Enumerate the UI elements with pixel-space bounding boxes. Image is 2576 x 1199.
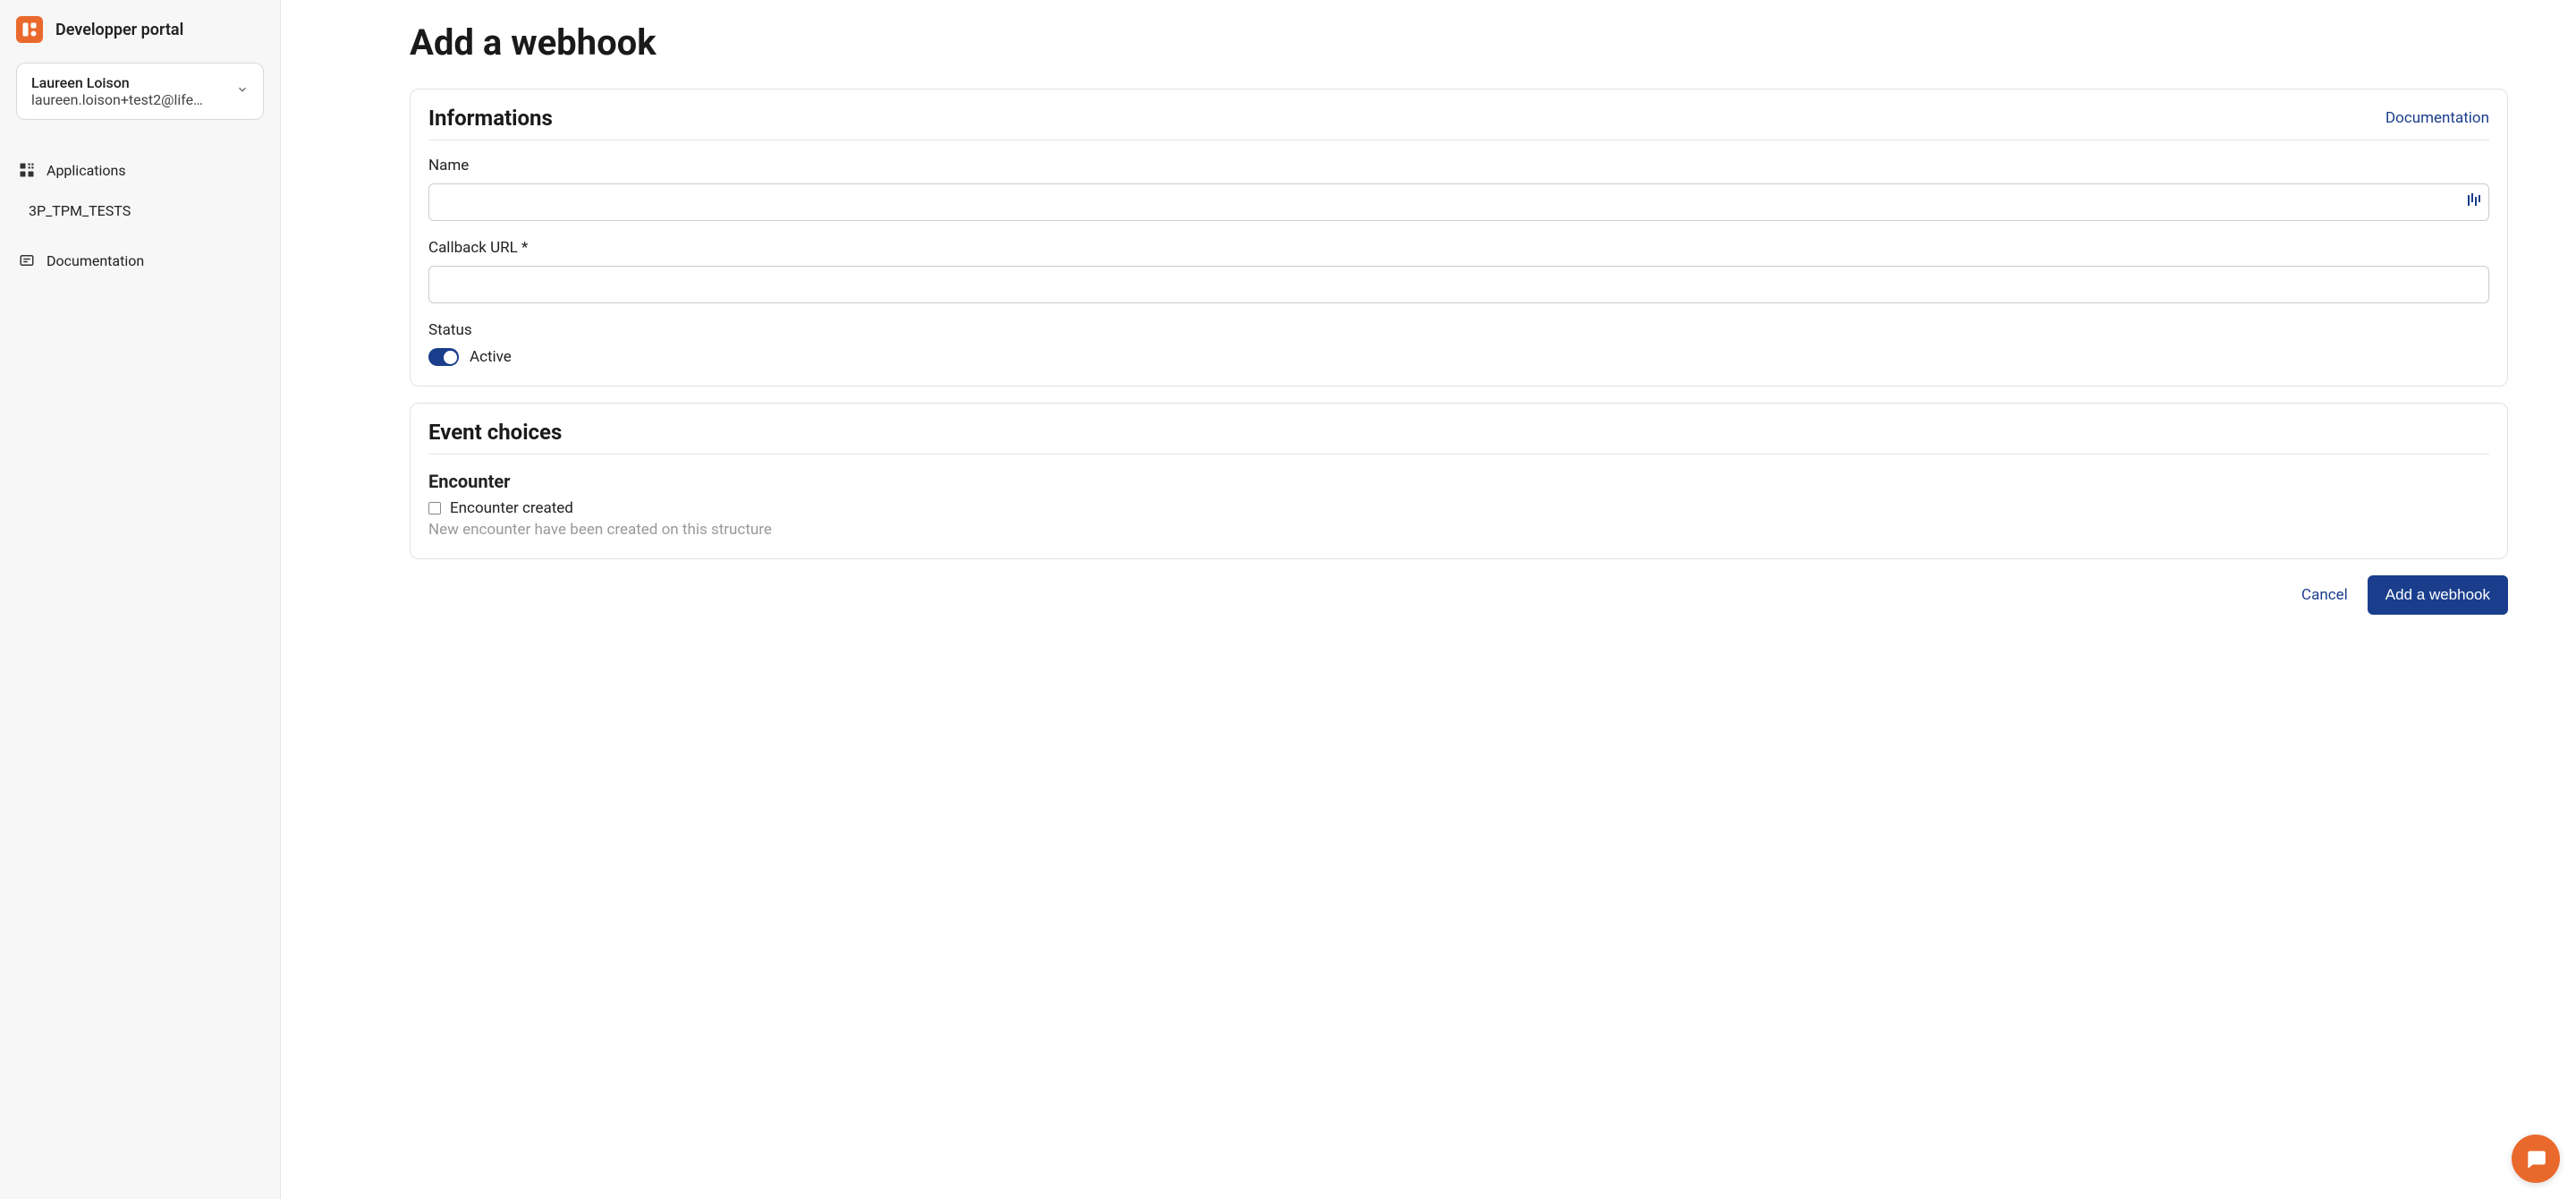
encounter-created-label: Encounter created (450, 499, 573, 517)
event-checkbox-row: Encounter created (428, 499, 2489, 517)
chat-icon (2524, 1147, 2547, 1170)
chevron-down-icon (236, 83, 249, 99)
form-actions: Cancel Add a webhook (410, 575, 2508, 615)
password-manager-icon[interactable] (2468, 193, 2480, 211)
informations-header: Informations Documentation (428, 106, 2489, 140)
portal-title: Developper portal (55, 21, 183, 39)
main-content: Add a webhook Informations Documentation… (281, 0, 2576, 1199)
callback-url-input[interactable] (428, 266, 2489, 303)
status-label: Status (428, 321, 2489, 339)
chat-launcher[interactable] (2512, 1135, 2560, 1183)
nav-documentation[interactable]: Documentation (16, 242, 264, 278)
informations-title: Informations (428, 106, 553, 131)
document-icon (18, 251, 36, 269)
brand-logo (16, 16, 43, 43)
event-choices-title: Event choices (428, 420, 2489, 445)
account-email: laureen.loison+test2@life… (31, 91, 229, 108)
event-choices-card: Event choices Encounter Encounter create… (410, 403, 2508, 559)
page-title: Add a webhook (410, 21, 2508, 64)
account-text: Laureen Loison laureen.loison+test2@life… (31, 74, 229, 108)
encounter-created-description: New encounter have been created on this … (428, 521, 2489, 539)
status-toggle[interactable] (428, 348, 459, 366)
name-label: Name (428, 157, 2489, 174)
add-webhook-button[interactable]: Add a webhook (2368, 575, 2508, 615)
documentation-link[interactable]: Documentation (2385, 109, 2489, 127)
sidebar: Developper portal Laureen Loison laureen… (0, 0, 281, 1199)
grid-icon (18, 161, 36, 179)
name-input[interactable] (428, 183, 2489, 221)
logo-icon (21, 21, 38, 38)
nav-applications[interactable]: Applications (16, 152, 264, 188)
event-group-title: Encounter (428, 471, 2489, 492)
callback-url-label: Callback URL * (428, 239, 2489, 257)
status-toggle-row: Active (428, 348, 2489, 366)
sidebar-header: Developper portal (16, 16, 264, 43)
account-name: Laureen Loison (31, 74, 229, 91)
informations-card: Informations Documentation Name Callback… (410, 89, 2508, 387)
cancel-button[interactable]: Cancel (2301, 586, 2348, 604)
encounter-created-checkbox[interactable] (428, 502, 441, 514)
nav-documentation-label: Documentation (47, 252, 144, 269)
toggle-knob (444, 351, 457, 364)
status-toggle-label: Active (470, 348, 512, 366)
event-choices-header: Event choices (428, 420, 2489, 455)
nav-application-item[interactable]: 3P_TPM_TESTS (16, 193, 264, 228)
nav-applications-label: Applications (47, 162, 126, 179)
account-selector[interactable]: Laureen Loison laureen.loison+test2@life… (16, 63, 264, 120)
